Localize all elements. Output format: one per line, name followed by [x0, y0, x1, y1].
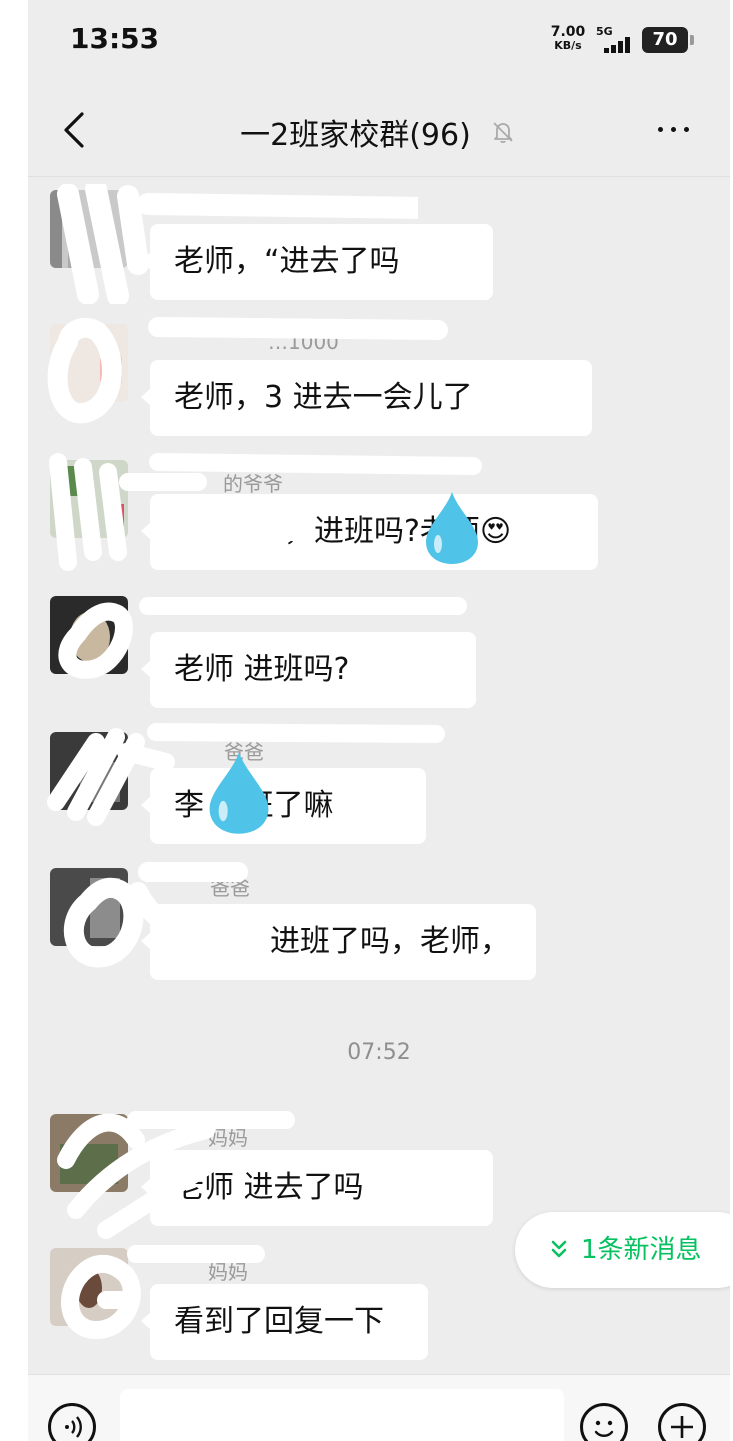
message-bubble[interactable]: 看到了回复一下	[141, 1284, 428, 1360]
avatar[interactable]	[50, 324, 128, 402]
message-text: 老师，3 进去一会儿了	[174, 380, 473, 415]
message-bubble[interactable]: 进班了吗，老师，	[141, 904, 536, 980]
signal-icon: 5G	[596, 25, 636, 55]
chat-title: 一2班家校群(96)	[240, 118, 471, 153]
chevron-double-down-icon	[551, 1240, 567, 1258]
emoji-button[interactable]	[580, 1403, 628, 1441]
network-speed-unit: KB/s	[554, 39, 582, 52]
message-text: 老师 进去了吗	[174, 1170, 364, 1205]
message-text: 老师，“进去了吗	[174, 244, 400, 279]
voice-icon	[65, 1416, 82, 1438]
avatar[interactable]	[50, 1248, 128, 1326]
message-bubble[interactable]: 老师，“进去了吗	[141, 224, 493, 300]
sender-name: 妈妈	[208, 1126, 248, 1150]
chat-timestamp: 07:52	[347, 1040, 411, 1065]
status-time: 13:53	[70, 22, 160, 55]
water-drop-sticker-icon	[426, 492, 478, 564]
chat-header: 一2班家校群(96)	[28, 84, 730, 177]
avatar[interactable]	[50, 1114, 128, 1192]
more-actions-button[interactable]	[658, 1403, 706, 1441]
avatar[interactable]	[50, 190, 128, 268]
battery-icon: 70	[642, 27, 694, 53]
network-speed: 7.00 KB/s	[548, 24, 588, 52]
message-text: 进班了吗，老师，	[270, 924, 510, 959]
water-drop-sticker-icon	[209, 752, 269, 834]
message-text: 老师 进班吗?	[174, 652, 350, 687]
voice-input-button[interactable]	[48, 1403, 96, 1441]
new-messages-button[interactable]: 1条新消息	[515, 1212, 730, 1288]
more-button[interactable]	[654, 114, 694, 144]
chat-title-wrap: 一2班家校群(96)	[178, 110, 578, 154]
status-bar: 13:53 7.00 KB/s 5G 70	[28, 0, 730, 80]
sender-name: 妈妈	[208, 1260, 248, 1284]
message-bubble[interactable]: 李 进班了嘛	[141, 768, 426, 844]
sender-name: 爸爸	[210, 876, 250, 900]
network-speed-value: 7.00	[550, 24, 586, 40]
message-bubble[interactable]: 老师 进班吗?	[141, 632, 476, 708]
message-bubble[interactable]: ，进班吗?老师😍	[141, 494, 598, 570]
message-bubble[interactable]: 老师，3 进去一会儿了	[141, 360, 592, 436]
avatar[interactable]	[50, 868, 128, 946]
avatar[interactable]	[50, 460, 128, 538]
sender-name: …1000	[268, 330, 339, 354]
emoji-icon	[594, 1420, 614, 1437]
chevron-left-icon	[64, 112, 84, 148]
message-text: 看到了回复一下	[174, 1304, 384, 1339]
input-bar	[28, 1374, 730, 1441]
plus-icon	[671, 1416, 693, 1438]
message-bubble[interactable]: 老师 进去了吗	[141, 1150, 493, 1226]
back-button[interactable]	[54, 108, 94, 152]
avatar[interactable]	[50, 596, 128, 674]
sender-name: 的爷爷	[223, 472, 283, 496]
bell-off-icon	[493, 122, 513, 144]
chat-screen: 13:53 7.00 KB/s 5G 70 一2班家校群(96) 老师，“进去了…	[28, 0, 730, 1441]
avatar[interactable]	[50, 732, 128, 810]
message-input[interactable]	[120, 1389, 564, 1441]
new-messages-label: 1条新消息	[581, 1235, 702, 1265]
